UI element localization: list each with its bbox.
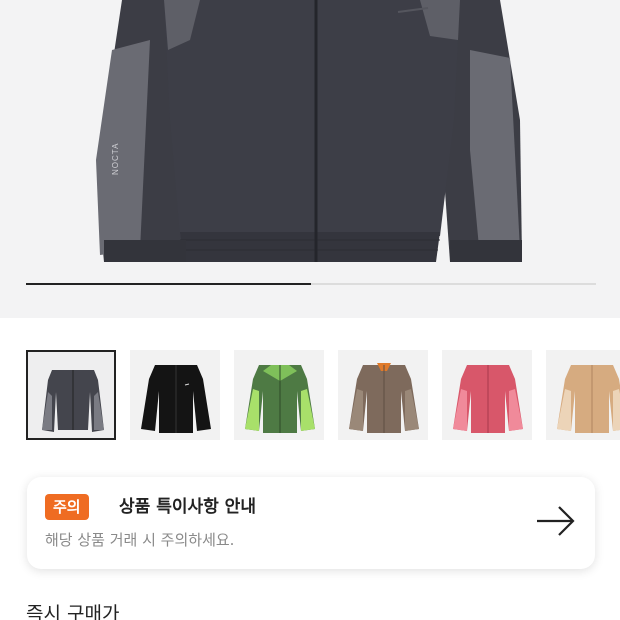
arrow-right-icon[interactable] <box>535 503 577 539</box>
notice-description: 해당 상품 거래 시 주의하세요. <box>45 531 235 549</box>
jacket-dark-grey-thumbnail <box>42 370 104 432</box>
carousel-progress-track <box>26 283 596 285</box>
thumbnail-black[interactable] <box>130 350 220 440</box>
caution-badge: 주의 <box>45 494 89 520</box>
carousel-progress-fill <box>26 283 311 285</box>
jacket-pink-thumbnail <box>453 365 523 433</box>
product-page: NOCTA 주의 상품 특이사항 안내 해당 상품 거래 시 주의하세요. 즉시… <box>0 0 620 620</box>
jacket-image: NOCTA <box>96 0 522 262</box>
product-hero-image[interactable]: NOCTA <box>0 0 620 318</box>
product-notice-card[interactable]: 주의 상품 특이사항 안내 해당 상품 거래 시 주의하세요. <box>27 477 595 569</box>
jacket-tan-thumbnail <box>557 365 620 433</box>
thumbnail-brown[interactable] <box>338 350 428 440</box>
thumbnail-green[interactable] <box>234 350 324 440</box>
jacket-brown-thumbnail <box>349 363 419 433</box>
thumbnail-dark-grey[interactable] <box>26 350 116 440</box>
jacket-green-thumbnail <box>245 365 315 433</box>
svg-text:NOCTA: NOCTA <box>111 143 120 175</box>
thumbnail-pink[interactable] <box>442 350 532 440</box>
thumbnail-tan[interactable] <box>546 350 620 440</box>
thumbnail-strip <box>26 350 620 442</box>
instant-buy-price-title: 즉시 구매가 <box>26 603 120 620</box>
jacket-black-thumbnail <box>141 365 211 433</box>
notice-title: 상품 특이사항 안내 <box>119 497 256 517</box>
